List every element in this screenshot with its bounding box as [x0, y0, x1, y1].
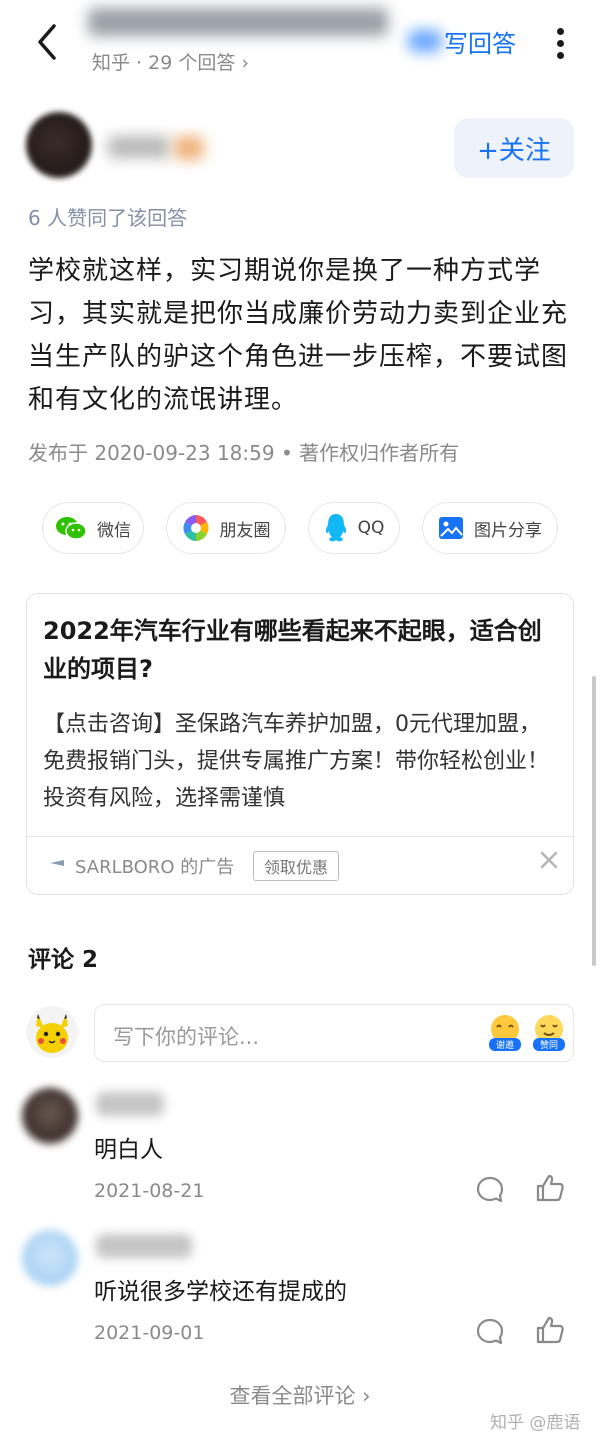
reply-icon[interactable]	[474, 1316, 506, 1348]
like-icon[interactable]	[534, 1314, 566, 1346]
ad-card[interactable]: 2022年汽车行业有哪些看起来不起眼，适合创业的项目? 【点击咨询】圣保路汽车养…	[26, 593, 574, 895]
question-subtitle[interactable]: 知乎 · 29 个回答 ›	[92, 48, 249, 75]
comment-author-blurred[interactable]	[96, 1234, 192, 1258]
more-dot	[556, 40, 564, 47]
emoji-thanks-icon: 谢邀	[489, 1015, 521, 1051]
scrollbar[interactable]	[592, 676, 596, 966]
comment-text: 明白人	[94, 1137, 163, 1163]
emoji-agree-button[interactable]: 赞同	[529, 1013, 569, 1055]
qq-icon	[325, 514, 346, 542]
image-share-icon	[439, 517, 463, 539]
share-qq-button[interactable]: QQ	[308, 502, 400, 554]
emoji-thanks-button[interactable]: 谢邀	[485, 1013, 525, 1055]
comment-avatar[interactable]	[22, 1088, 78, 1144]
emoji-agree-icon: 赞同	[533, 1015, 565, 1051]
author-avatar[interactable]	[26, 112, 92, 178]
view-all-comments-link[interactable]: 查看全部评论 ›	[0, 1380, 600, 1410]
follow-button[interactable]: +关注	[454, 118, 574, 178]
author-name-blurred[interactable]	[108, 136, 170, 158]
like-icon[interactable]	[534, 1172, 566, 1204]
author-badge-blurred	[174, 136, 204, 160]
moments-icon	[182, 515, 209, 541]
write-answer-button[interactable]: 写回答	[444, 24, 516, 59]
emoji-thanks-label: 谢邀	[496, 1039, 514, 1051]
ad-divider	[27, 836, 573, 837]
wechat-icon	[56, 517, 87, 540]
emoji-agree-label: 赞同	[540, 1039, 558, 1051]
share-moments-label: 朋友圈	[219, 520, 271, 541]
more-dot	[556, 52, 564, 59]
ad-title[interactable]: 2022年汽车行业有哪些看起来不起眼，适合创业的项目?	[43, 612, 543, 688]
comment-avatar[interactable]	[22, 1230, 78, 1286]
comment-input-placeholder: 写下你的评论...	[113, 1025, 260, 1049]
answer-meta: 发布于 2020-09-23 18:59 • 著作权归作者所有	[28, 441, 460, 465]
ad-body: 【点击咨询】圣保路汽车养护加盟，0元代理加盟，免费报销门头，提供专属推广方案！带…	[43, 712, 550, 811]
ad-coupon-button[interactable]: 领取优惠	[253, 851, 340, 881]
comments-heading: 评论 2	[28, 947, 99, 973]
share-image-label: 图片分享	[474, 520, 542, 541]
comment-author-blurred[interactable]	[96, 1092, 164, 1116]
comment-date: 2021-08-21	[94, 1180, 205, 1202]
back-arrow-icon	[38, 24, 56, 60]
top-bar: 知乎 · 29 个回答 › 写回答	[0, 0, 600, 90]
comment-input[interactable]: 写下你的评论... 谢邀 赞同	[94, 1004, 574, 1062]
share-wechat-button[interactable]: 微信	[42, 502, 144, 554]
upvote-count: 6 人赞同了该回答	[28, 206, 188, 230]
current-user-avatar	[26, 1006, 78, 1058]
comment-text: 听说很多学校还有提成的	[94, 1279, 347, 1305]
pikachu-avatar-icon	[26, 1006, 78, 1058]
share-qq-label: QQ	[357, 518, 385, 538]
write-answer-icon-blurred	[408, 30, 442, 52]
ad-sponsor-logo-icon	[50, 860, 64, 866]
share-wechat-label: 微信	[97, 520, 131, 541]
back-button[interactable]	[28, 18, 68, 66]
ad-sponsor: SARLBORO 的广告	[75, 857, 235, 878]
reply-icon[interactable]	[474, 1174, 506, 1206]
watermark: 知乎 @鹿语	[490, 1413, 581, 1433]
close-icon[interactable]	[537, 848, 561, 872]
answer-content: 学校就这样，实习期说你是换了一种方式学习，其实就是把你当成廉价劳动力卖到企业充当…	[28, 256, 569, 415]
comment-date: 2021-09-01	[94, 1322, 205, 1344]
share-image-button[interactable]: 图片分享	[422, 502, 558, 554]
more-menu-button[interactable]	[548, 22, 572, 62]
more-dot	[556, 28, 564, 35]
share-moments-button[interactable]: 朋友圈	[166, 502, 286, 554]
question-title-blurred[interactable]	[88, 8, 388, 36]
